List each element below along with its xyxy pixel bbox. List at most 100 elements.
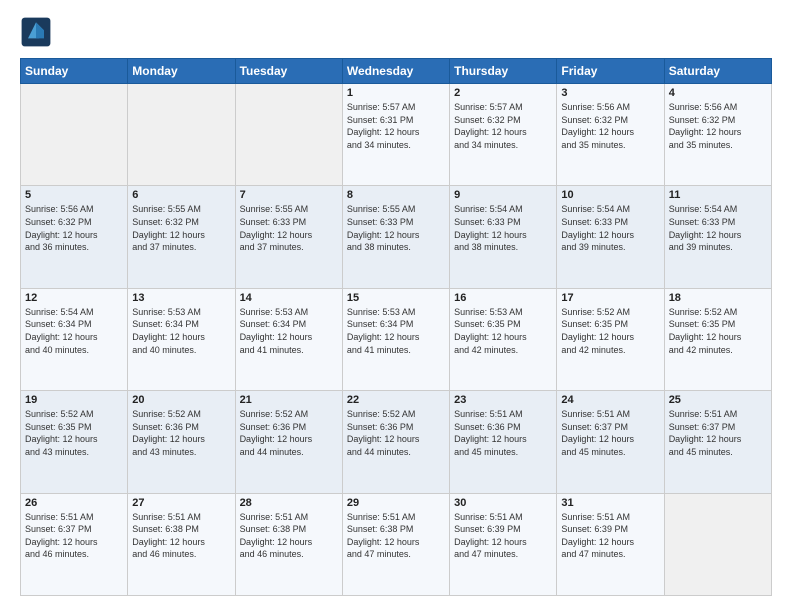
day-number: 10 [561,189,659,201]
day-number: 9 [454,189,552,201]
day-number: 23 [454,394,552,406]
day-info: Sunrise: 5:52 AM Sunset: 6:35 PM Dayligh… [25,408,123,458]
calendar-week-5: 26 Sunrise: 5:51 AM Sunset: 6:37 PM Dayli… [21,493,772,595]
day-number: 11 [669,189,767,201]
calendar-cell [128,84,235,186]
day-info: Sunrise: 5:57 AM Sunset: 6:32 PM Dayligh… [454,101,552,151]
calendar-cell: 25Sunrise: 5:51 AM Sunset: 6:37 PM Dayli… [664,391,771,493]
day-number: 16 [454,292,552,304]
day-number: 8 [347,189,445,201]
day-info: Sunrise: 5:55 AM Sunset: 6:33 PM Dayligh… [240,203,338,253]
day-number: 3 [561,87,659,99]
day-number: 24 [561,394,659,406]
calendar-cell: 16 Sunrise: 5:53 AM Sunset: 6:35 PM Dayli… [450,288,557,390]
header [20,16,772,48]
day-number: 20 [132,394,230,406]
day-info: Sunrise: 5:52 AM Sunset: 6:35 PM Dayligh… [669,306,767,356]
day-info: Sunrise: 5:56 AM Sunset: 6:32 PM Dayligh… [669,101,767,151]
calendar-cell: 17Sunrise: 5:52 AM Sunset: 6:35 PM Dayli… [557,288,664,390]
day-info: Sunrise: 5:52 AM Sunset: 6:36 PM Dayligh… [347,408,445,458]
calendar-header-monday: Monday [128,59,235,84]
day-info: Sunrise: 5:56 AM Sunset: 6:32 PM Dayligh… [561,101,659,151]
day-info: Sunrise: 5:57 AM Sunset: 6:31 PM Dayligh… [347,101,445,151]
calendar-cell: 18 Sunrise: 5:52 AM Sunset: 6:35 PM Dayli… [664,288,771,390]
calendar-cell: 19 Sunrise: 5:52 AM Sunset: 6:35 PM Dayli… [21,391,128,493]
day-number: 13 [132,292,230,304]
day-info: Sunrise: 5:55 AM Sunset: 6:32 PM Dayligh… [132,203,230,253]
calendar-cell: 21Sunrise: 5:52 AM Sunset: 6:36 PM Dayli… [235,391,342,493]
day-number: 30 [454,497,552,509]
day-info: Sunrise: 5:53 AM Sunset: 6:34 PM Dayligh… [132,306,230,356]
calendar-cell [235,84,342,186]
day-info: Sunrise: 5:51 AM Sunset: 6:39 PM Dayligh… [454,511,552,561]
day-number: 14 [240,292,338,304]
day-number: 29 [347,497,445,509]
calendar-cell: 29 Sunrise: 5:51 AM Sunset: 6:38 PM Dayli… [342,493,449,595]
calendar-cell: 24Sunrise: 5:51 AM Sunset: 6:37 PM Dayli… [557,391,664,493]
day-info: Sunrise: 5:54 AM Sunset: 6:33 PM Dayligh… [669,203,767,253]
calendar-cell: 3 Sunrise: 5:56 AM Sunset: 6:32 PM Daylig… [557,84,664,186]
calendar-cell: 14Sunrise: 5:53 AM Sunset: 6:34 PM Dayli… [235,288,342,390]
day-info: Sunrise: 5:56 AM Sunset: 6:32 PM Dayligh… [25,203,123,253]
day-info: Sunrise: 5:52 AM Sunset: 6:35 PM Dayligh… [561,306,659,356]
calendar-cell: 15 Sunrise: 5:53 AM Sunset: 6:34 PM Dayli… [342,288,449,390]
day-number: 18 [669,292,767,304]
calendar-cell: 20 Sunrise: 5:52 AM Sunset: 6:36 PM Dayli… [128,391,235,493]
day-info: Sunrise: 5:55 AM Sunset: 6:33 PM Dayligh… [347,203,445,253]
day-info: Sunrise: 5:51 AM Sunset: 6:37 PM Dayligh… [669,408,767,458]
day-info: Sunrise: 5:54 AM Sunset: 6:33 PM Dayligh… [561,203,659,253]
day-info: Sunrise: 5:54 AM Sunset: 6:34 PM Dayligh… [25,306,123,356]
day-number: 12 [25,292,123,304]
day-info: Sunrise: 5:51 AM Sunset: 6:36 PM Dayligh… [454,408,552,458]
calendar-header-friday: Friday [557,59,664,84]
calendar-cell: 27Sunrise: 5:51 AM Sunset: 6:38 PM Dayli… [128,493,235,595]
day-info: Sunrise: 5:51 AM Sunset: 6:38 PM Dayligh… [347,511,445,561]
calendar-cell: 13 Sunrise: 5:53 AM Sunset: 6:34 PM Dayli… [128,288,235,390]
day-number: 6 [132,189,230,201]
day-number: 19 [25,394,123,406]
calendar-week-4: 19 Sunrise: 5:52 AM Sunset: 6:35 PM Dayli… [21,391,772,493]
day-number: 5 [25,189,123,201]
day-info: Sunrise: 5:51 AM Sunset: 6:37 PM Dayligh… [25,511,123,561]
day-number: 28 [240,497,338,509]
day-number: 26 [25,497,123,509]
calendar-header-saturday: Saturday [664,59,771,84]
calendar-cell: 4 Sunrise: 5:56 AM Sunset: 6:32 PM Daylig… [664,84,771,186]
calendar-week-2: 5 Sunrise: 5:56 AM Sunset: 6:32 PM Daylig… [21,186,772,288]
day-number: 2 [454,87,552,99]
day-number: 22 [347,394,445,406]
calendar-cell: 9 Sunrise: 5:54 AM Sunset: 6:33 PM Daylig… [450,186,557,288]
day-number: 15 [347,292,445,304]
calendar-cell: 11 Sunrise: 5:54 AM Sunset: 6:33 PM Dayli… [664,186,771,288]
logo-icon [20,16,52,48]
calendar-cell: 31Sunrise: 5:51 AM Sunset: 6:39 PM Dayli… [557,493,664,595]
day-number: 4 [669,87,767,99]
calendar-cell: 22 Sunrise: 5:52 AM Sunset: 6:36 PM Dayli… [342,391,449,493]
page: SundayMondayTuesdayWednesdayThursdayFrid… [0,0,792,612]
calendar-cell: 26 Sunrise: 5:51 AM Sunset: 6:37 PM Dayli… [21,493,128,595]
calendar-week-1: 1 Sunrise: 5:57 AM Sunset: 6:31 PM Daylig… [21,84,772,186]
calendar-header-row: SundayMondayTuesdayWednesdayThursdayFrid… [21,59,772,84]
calendar-cell: 5 Sunrise: 5:56 AM Sunset: 6:32 PM Daylig… [21,186,128,288]
calendar-header-thursday: Thursday [450,59,557,84]
calendar-cell: 10 Sunrise: 5:54 AM Sunset: 6:33 PM Dayli… [557,186,664,288]
calendar-week-3: 12 Sunrise: 5:54 AM Sunset: 6:34 PM Dayli… [21,288,772,390]
day-info: Sunrise: 5:51 AM Sunset: 6:38 PM Dayligh… [240,511,338,561]
calendar-table: SundayMondayTuesdayWednesdayThursdayFrid… [20,58,772,596]
day-info: Sunrise: 5:53 AM Sunset: 6:34 PM Dayligh… [347,306,445,356]
day-info: Sunrise: 5:52 AM Sunset: 6:36 PM Dayligh… [240,408,338,458]
day-info: Sunrise: 5:52 AM Sunset: 6:36 PM Dayligh… [132,408,230,458]
day-number: 27 [132,497,230,509]
calendar-cell: 2 Sunrise: 5:57 AM Sunset: 6:32 PM Daylig… [450,84,557,186]
calendar-cell: 7 Sunrise: 5:55 AM Sunset: 6:33 PM Daylig… [235,186,342,288]
day-number: 1 [347,87,445,99]
calendar-cell [664,493,771,595]
day-info: Sunrise: 5:53 AM Sunset: 6:35 PM Dayligh… [454,306,552,356]
calendar-cell: 23 Sunrise: 5:51 AM Sunset: 6:36 PM Dayli… [450,391,557,493]
calendar-header-tuesday: Tuesday [235,59,342,84]
day-info: Sunrise: 5:54 AM Sunset: 6:33 PM Dayligh… [454,203,552,253]
day-number: 7 [240,189,338,201]
calendar-header-sunday: Sunday [21,59,128,84]
day-info: Sunrise: 5:51 AM Sunset: 6:39 PM Dayligh… [561,511,659,561]
calendar-cell: 8 Sunrise: 5:55 AM Sunset: 6:33 PM Daylig… [342,186,449,288]
